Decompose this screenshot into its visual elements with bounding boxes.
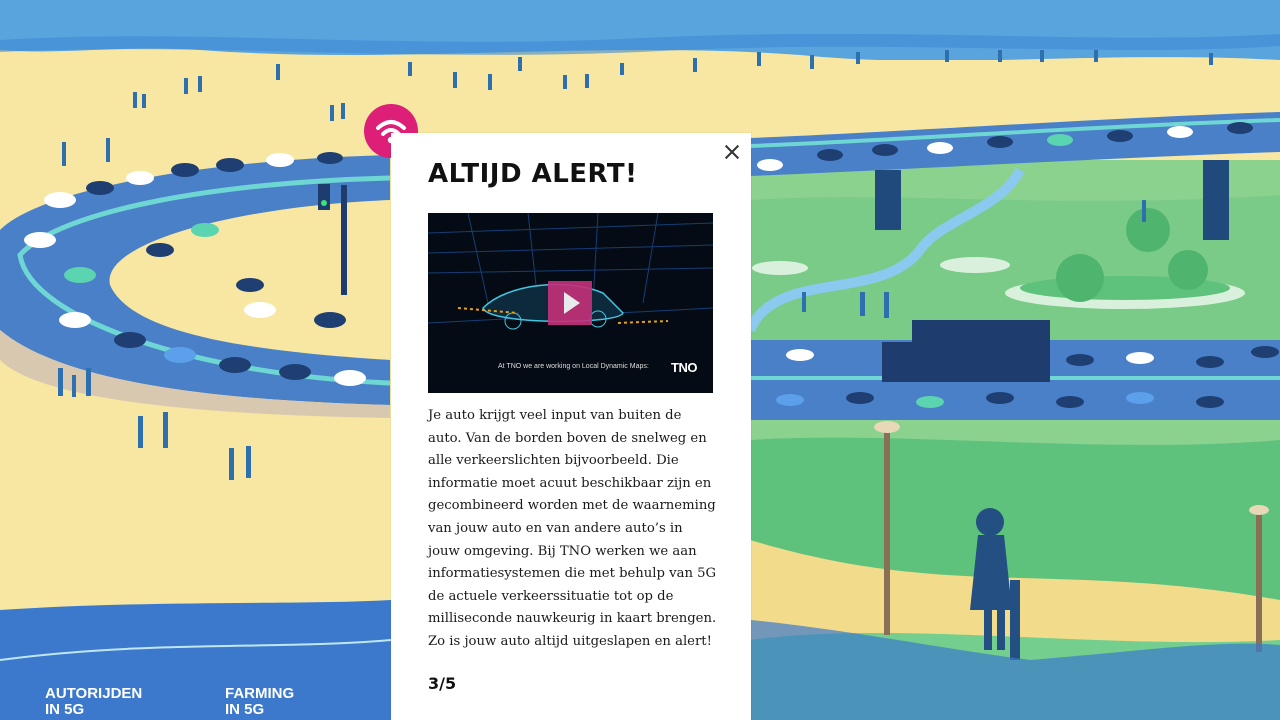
- tno-logo: TNO: [671, 360, 697, 375]
- nav-link-autorijden[interactable]: AUTORIJDEN IN 5G: [45, 686, 142, 718]
- video-player[interactable]: At TNO we are working on Local Dynamic M…: [428, 213, 713, 393]
- modal-title: ALTIJD ALERT!: [428, 159, 638, 189]
- page-indicator: 3/5: [428, 674, 457, 693]
- nav-link-farming[interactable]: FARMING IN 5G: [225, 686, 294, 718]
- nav-link-autorijden-line2: IN 5G: [45, 701, 85, 718]
- info-modal: ALTIJD ALERT! At TNO we are working on L…: [391, 133, 751, 720]
- close-icon[interactable]: [723, 143, 741, 161]
- video-caption: At TNO we are working on Local Dynamic M…: [498, 363, 649, 370]
- nav-link-farming-line1: FARMING: [225, 685, 295, 702]
- nav-link-autorijden-line1: AUTORIJDEN: [45, 685, 143, 702]
- modal-body-text: Je auto krijgt veel input van buiten de …: [428, 408, 717, 649]
- play-icon[interactable]: [548, 281, 592, 325]
- nav-link-farming-line2: IN 5G: [225, 701, 265, 718]
